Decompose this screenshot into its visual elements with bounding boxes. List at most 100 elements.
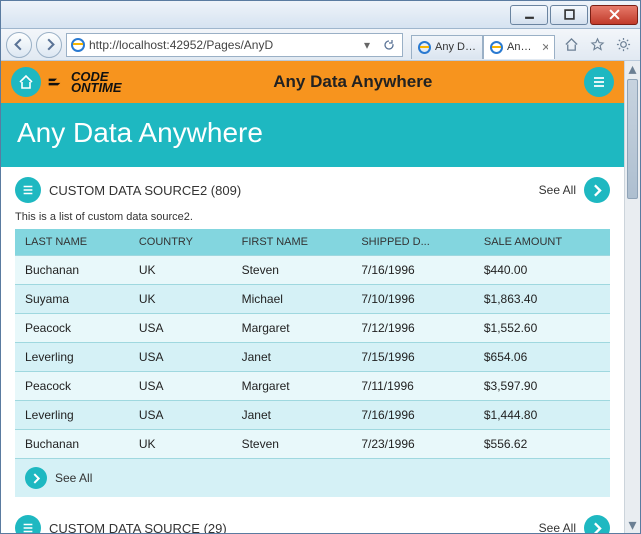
see-all-label[interactable]: See All — [539, 521, 576, 533]
table-row[interactable]: SuyamaUKMichael7/10/1996$1,863.40 — [15, 285, 610, 314]
address-bar[interactable]: ▾ — [66, 33, 403, 57]
table-cell: $1,863.40 — [474, 285, 610, 314]
table-header-row: LAST NAME COUNTRY FIRST NAME SHIPPED D..… — [15, 229, 610, 256]
table-cell: UK — [129, 285, 232, 314]
page-viewport: CODE ONTIME Any Data Anywhere Any Data A… — [1, 61, 640, 533]
table-cell: Steven — [232, 256, 352, 285]
see-all-row[interactable]: See All — [15, 458, 610, 497]
browser-tab-active[interactable]: Any D... ✕ — [483, 35, 555, 59]
table-cell: Margaret — [232, 314, 352, 343]
browser-right-icons — [559, 33, 635, 57]
url-dropdown-icon[interactable]: ▾ — [358, 38, 376, 52]
window-maximize-button[interactable] — [550, 5, 588, 25]
tools-icon[interactable] — [611, 33, 635, 57]
col-first-name[interactable]: FIRST NAME — [232, 229, 352, 256]
table-cell: $440.00 — [474, 256, 610, 285]
col-country[interactable]: COUNTRY — [129, 229, 232, 256]
table-row[interactable]: PeacockUSAMargaret7/12/1996$1,552.60 — [15, 314, 610, 343]
tab-close-icon[interactable]: ✕ — [541, 41, 548, 54]
vertical-scrollbar[interactable]: ▴ ▾ — [624, 61, 640, 533]
table-cell: Margaret — [232, 372, 352, 401]
section-custom-data-source: CUSTOM DATA SOURCE (29) See All — [1, 497, 624, 533]
forward-button[interactable] — [36, 32, 62, 58]
window: ▾ Any Data... Any D... ✕ — [0, 0, 641, 534]
col-sale-amount[interactable]: SALE AMOUNT — [474, 229, 610, 256]
table-cell: Suyama — [15, 285, 129, 314]
table-cell: 7/12/1996 — [351, 314, 474, 343]
browser-tab[interactable]: Any Data... — [411, 35, 483, 59]
browser-toolbar: ▾ Any Data... Any D... ✕ — [1, 29, 640, 61]
table-cell: $654.06 — [474, 343, 610, 372]
table-cell: Steven — [232, 430, 352, 459]
refresh-icon[interactable] — [380, 39, 398, 51]
url-input[interactable] — [89, 38, 354, 52]
table-cell: 7/16/1996 — [351, 256, 474, 285]
data-table: LAST NAME COUNTRY FIRST NAME SHIPPED D..… — [15, 229, 610, 458]
section-menu-button[interactable] — [15, 177, 41, 203]
logo-text-2: ONTIME — [71, 82, 122, 93]
tab-label: Any D... — [507, 41, 535, 53]
table-cell: Buchanan — [15, 256, 129, 285]
app-title: Any Data Anywhere — [122, 72, 584, 92]
table-cell: Janet — [232, 343, 352, 372]
table-cell: $1,552.60 — [474, 314, 610, 343]
table-cell: 7/10/1996 — [351, 285, 474, 314]
see-all-button[interactable] — [584, 515, 610, 533]
section-custom-data-source2: CUSTOM DATA SOURCE2 (809) See All This i… — [1, 167, 624, 497]
window-titlebar — [1, 1, 640, 29]
window-minimize-button[interactable] — [510, 5, 548, 25]
page-title: Any Data Anywhere — [1, 103, 624, 167]
section-header: CUSTOM DATA SOURCE2 (809) See All — [15, 177, 610, 203]
table-cell: Leverling — [15, 401, 129, 430]
table-cell: 7/11/1996 — [351, 372, 474, 401]
section-description: This is a list of custom data source2. — [15, 203, 610, 229]
table-cell: Janet — [232, 401, 352, 430]
ie-icon — [71, 38, 85, 52]
table-row[interactable]: BuchananUKSteven7/16/1996$440.00 — [15, 256, 610, 285]
section-title: CUSTOM DATA SOURCE (29) — [49, 521, 531, 534]
section-title: CUSTOM DATA SOURCE2 (809) — [49, 183, 531, 198]
table-cell: Peacock — [15, 314, 129, 343]
back-button[interactable] — [6, 32, 32, 58]
logo-wing-icon — [47, 75, 67, 89]
table-cell: USA — [129, 343, 232, 372]
scroll-up-icon[interactable]: ▴ — [625, 61, 640, 77]
ie-icon — [418, 41, 431, 54]
favorites-icon[interactable] — [585, 33, 609, 57]
table-row[interactable]: PeacockUSAMargaret7/11/1996$3,597.90 — [15, 372, 610, 401]
table-cell: UK — [129, 430, 232, 459]
table-cell: $3,597.90 — [474, 372, 610, 401]
window-close-button[interactable] — [590, 5, 638, 25]
table-cell: Buchanan — [15, 430, 129, 459]
logo: CODE ONTIME — [47, 71, 122, 93]
table-cell: USA — [129, 401, 232, 430]
table-cell: 7/15/1996 — [351, 343, 474, 372]
see-all-label[interactable]: See All — [539, 183, 576, 197]
table-row[interactable]: LeverlingUSAJanet7/16/1996$1,444.80 — [15, 401, 610, 430]
app-header: CODE ONTIME Any Data Anywhere — [1, 61, 624, 103]
table-cell: Leverling — [15, 343, 129, 372]
col-shipped-date[interactable]: SHIPPED D... — [351, 229, 474, 256]
section-header: CUSTOM DATA SOURCE (29) See All — [15, 515, 610, 533]
table-cell: 7/16/1996 — [351, 401, 474, 430]
menu-button[interactable] — [584, 67, 614, 97]
table-row[interactable]: LeverlingUSAJanet7/15/1996$654.06 — [15, 343, 610, 372]
col-last-name[interactable]: LAST NAME — [15, 229, 129, 256]
tab-label: Any Data... — [435, 41, 476, 53]
scroll-down-icon[interactable]: ▾ — [625, 517, 640, 533]
see-all-footer-label: See All — [55, 471, 92, 485]
see-all-button[interactable] — [584, 177, 610, 203]
chevron-right-icon — [25, 467, 47, 489]
home-icon[interactable] — [559, 33, 583, 57]
table-row[interactable]: BuchananUKSteven7/23/1996$556.62 — [15, 430, 610, 459]
home-button[interactable] — [11, 67, 41, 97]
table-cell: $1,444.80 — [474, 401, 610, 430]
ie-icon — [490, 41, 503, 54]
table-cell: Peacock — [15, 372, 129, 401]
table-cell: 7/23/1996 — [351, 430, 474, 459]
scroll-thumb[interactable] — [627, 79, 638, 199]
table-cell: UK — [129, 256, 232, 285]
table-cell: Michael — [232, 285, 352, 314]
section-menu-button[interactable] — [15, 515, 41, 533]
browser-tabs: Any Data... Any D... ✕ — [411, 31, 555, 59]
